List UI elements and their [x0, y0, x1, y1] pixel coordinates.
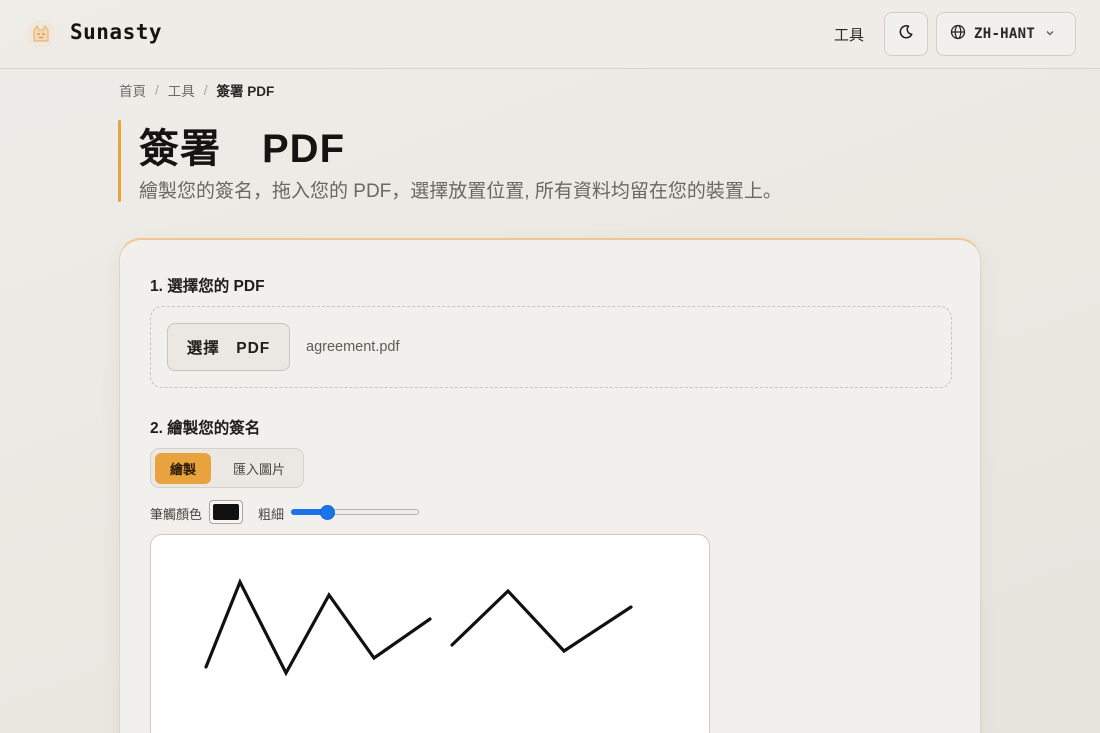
stroke-color-preview: [213, 504, 239, 520]
breadcrumb-separator: /: [155, 82, 159, 98]
moon-icon: [898, 24, 914, 45]
language-select[interactable]: ZH-HANT: [936, 12, 1076, 56]
breadcrumb-tools[interactable]: 工具: [168, 80, 195, 100]
signature-drawing: [204, 578, 633, 677]
signature-stroke: [204, 578, 432, 677]
signature-mode-tabs: 繪製 匯入圖片: [150, 448, 304, 488]
slider-thumb[interactable]: [320, 505, 335, 520]
page-title: 簽署 PDF: [139, 127, 345, 171]
brand-name[interactable]: Sunasty: [70, 20, 162, 44]
page-subtitle: 繪製您的簽名，拖入您的 PDF，選擇放置位置, 所有資料均留在您的裝置上。: [139, 181, 782, 202]
tab-import-image[interactable]: 匯入圖片: [219, 453, 299, 484]
selected-file-name: agreement.pdf: [306, 339, 400, 355]
breadcrumb-current: 簽署 PDF: [216, 84, 275, 99]
title-accent-bar: [118, 120, 121, 202]
top-bar: Sunasty 工具 ZH-HANT: [0, 0, 1100, 69]
tab-draw[interactable]: 繪製: [155, 453, 211, 484]
breadcrumb-separator: /: [203, 82, 208, 98]
theme-toggle-button[interactable]: [884, 12, 928, 56]
chevron-down-icon: [1045, 25, 1055, 43]
cat-logo-icon[interactable]: [26, 19, 56, 49]
nav-tools-link[interactable]: 工具: [834, 24, 864, 45]
stroke-width-label: 粗細: [258, 507, 285, 522]
stroke-color-label: 筆觸顏色: [150, 507, 203, 522]
breadcrumb-home[interactable]: 首頁: [119, 80, 146, 100]
step1-title: 1. 選擇您的 PDF: [150, 278, 265, 295]
choose-pdf-button[interactable]: 選擇 PDF: [167, 323, 290, 371]
stroke-width-slider[interactable]: [291, 503, 419, 521]
language-label: ZH-HANT: [974, 26, 1036, 42]
sign-pdf-card: 1. 選擇您的 PDF 選擇 PDF agreement.pdf 2. 繪製您的…: [119, 238, 981, 733]
globe-icon: [950, 24, 966, 45]
signature-canvas[interactable]: [150, 534, 710, 733]
breadcrumb: 首頁 / 工具 / 簽署 PDF: [119, 80, 274, 100]
signature-stroke: [450, 588, 633, 654]
stroke-color-picker[interactable]: [209, 500, 243, 524]
pdf-drop-zone[interactable]: 選擇 PDF agreement.pdf: [150, 306, 952, 388]
step2-title: 2. 繪製您的簽名: [150, 420, 261, 437]
